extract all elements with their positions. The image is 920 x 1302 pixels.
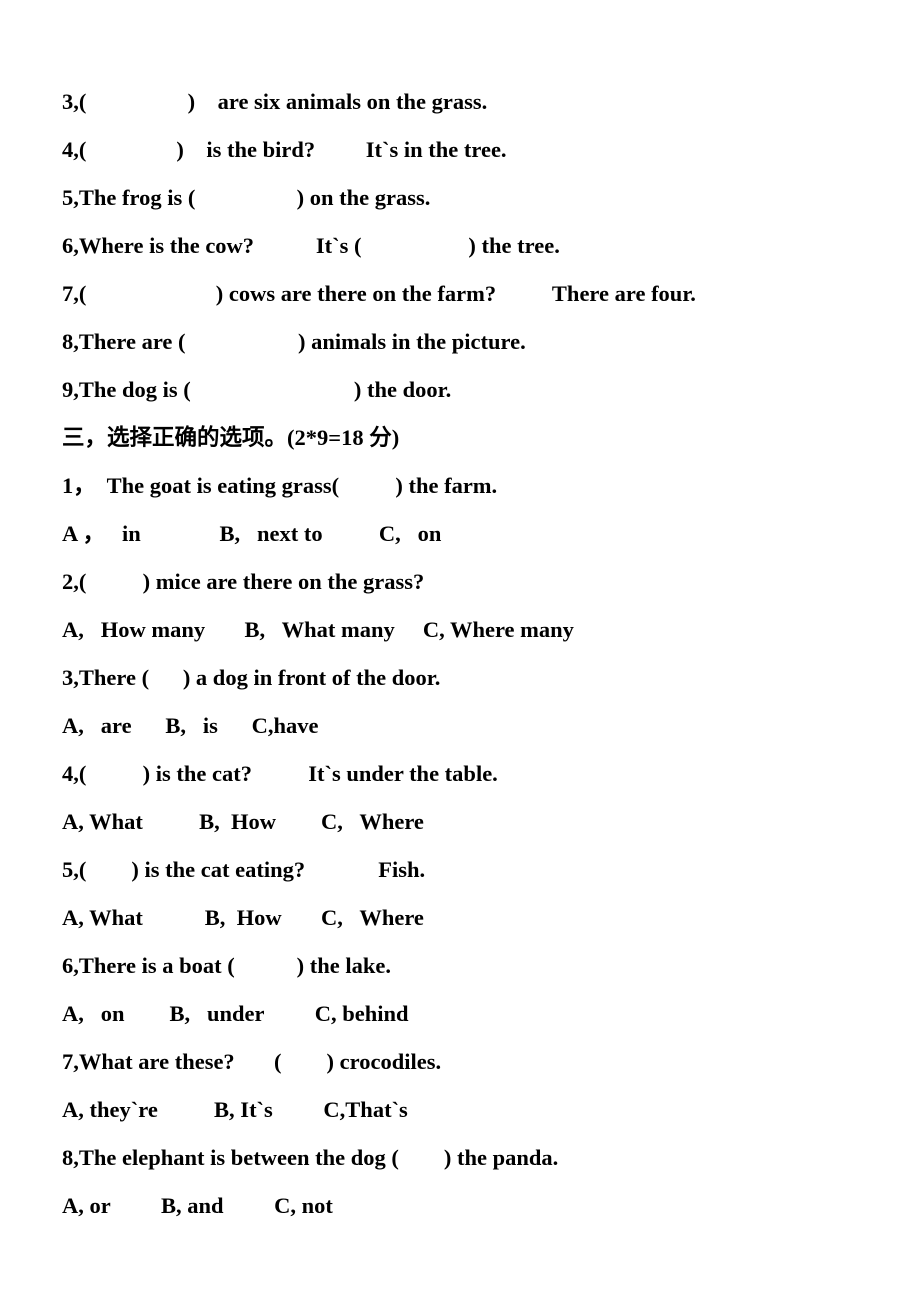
question-3-options[interactable]: A, are B, is C,have bbox=[62, 702, 862, 750]
question-6-options[interactable]: A, on B, under C, behind bbox=[62, 990, 862, 1038]
question-3-stem: 3,There ( ) a dog in front of the door. bbox=[62, 665, 441, 690]
fill-blank-item-8: 8,There are ( ) animals in the picture. bbox=[62, 329, 526, 354]
fill-blank-item-3: 3,( ) are six animals on the grass. bbox=[62, 89, 488, 114]
question-4-stem: 4,( ) is the cat? It`s under the table. bbox=[62, 761, 498, 786]
question-2-stem: 2,( ) mice are there on the grass? bbox=[62, 569, 425, 594]
question-6-stem: 6,There is a boat ( ) the lake. bbox=[62, 953, 391, 978]
fill-blank-item-9: 9,The dog is ( ) the door. bbox=[62, 377, 452, 402]
question-5-stem: 5,( ) is the cat eating? Fish. bbox=[62, 857, 426, 882]
worksheet-page: 3,( ) are six animals on the grass. 4,( … bbox=[0, 0, 920, 1302]
question-5-options[interactable]: A, What B, How C, Where bbox=[62, 894, 862, 942]
fill-blank-item-4: 4,( ) is the bird? It`s in the tree. bbox=[62, 137, 507, 162]
question-7-options[interactable]: A, they`re B, It`s C,That`s bbox=[62, 1086, 862, 1134]
question-4-options[interactable]: A, What B, How C, Where bbox=[62, 798, 862, 846]
question-8-stem: 8,The elephant is between the dog ( ) th… bbox=[62, 1145, 559, 1170]
question-1-stem: 1， The goat is eating grass( ) the farm. bbox=[62, 473, 498, 498]
fill-blank-item-7: 7,( ) cows are there on the farm? There … bbox=[62, 281, 696, 306]
question-1-options[interactable]: A ， in B, next to C, on bbox=[62, 510, 862, 558]
worksheet-content: 3,( ) are six animals on the grass. 4,( … bbox=[62, 78, 862, 1230]
fill-blank-item-5: 5,The frog is ( ) on the grass. bbox=[62, 185, 431, 210]
section-three-heading: 三，选择正确的选项。(2*9=18 分) bbox=[62, 425, 400, 450]
question-7-stem: 7,What are these? ( ) crocodiles. bbox=[62, 1049, 442, 1074]
fill-blank-item-6: 6,Where is the cow? It`s ( ) the tree. bbox=[62, 233, 560, 258]
question-8-options[interactable]: A, or B, and C, not bbox=[62, 1182, 862, 1230]
question-2-options[interactable]: A, How many B, What many C, Where many bbox=[62, 606, 862, 654]
